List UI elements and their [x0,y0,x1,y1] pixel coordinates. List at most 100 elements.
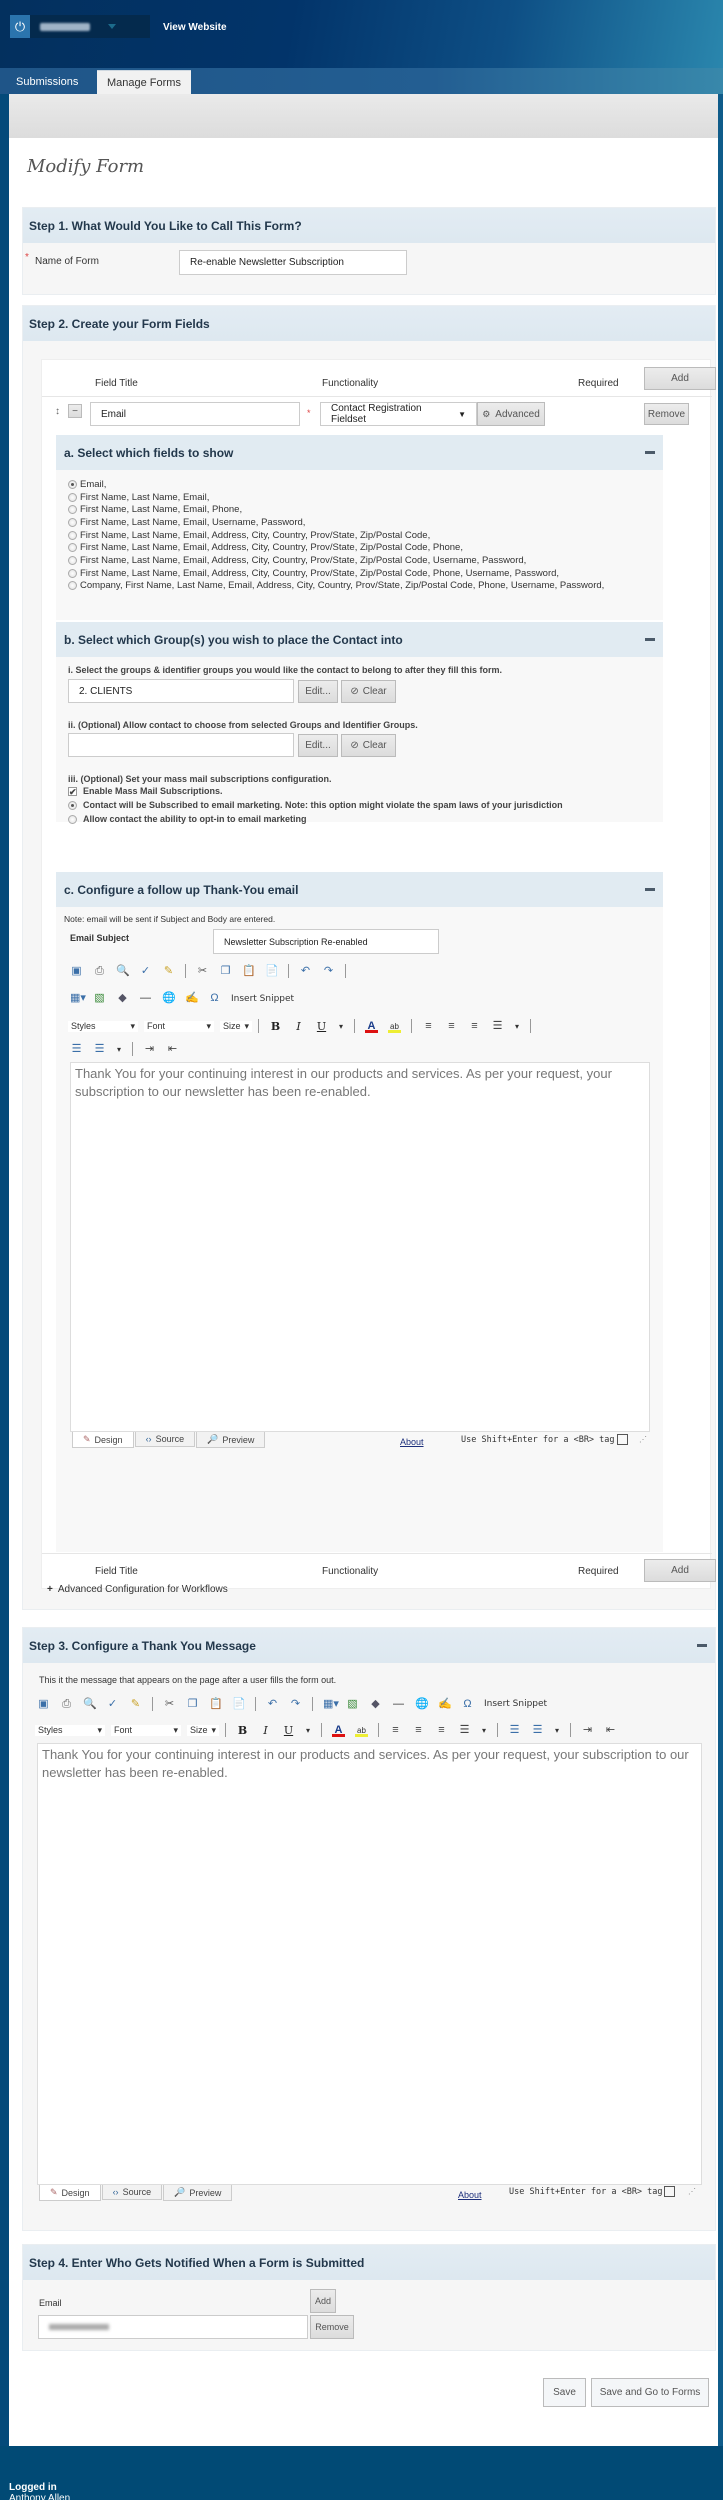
font-color-icon[interactable]: A [332,1724,345,1737]
toggle-borders-icon[interactable] [664,2186,675,2197]
link-icon[interactable]: 🌐 [162,992,176,1005]
align-center-icon[interactable]: ≡ [445,1020,458,1033]
more-list-icon[interactable]: ▾ [554,1724,560,1737]
source-mode-tab[interactable]: ‹› Source [101,2185,163,2200]
fullscreen-icon[interactable]: ▣ [70,965,83,978]
paste-icon[interactable]: 📋 [242,965,256,978]
align-right-icon[interactable]: ≡ [435,1724,448,1737]
remove-email-button[interactable]: Remove [310,2315,354,2339]
indent-icon[interactable]: ⇥ [143,1043,156,1056]
about-link[interactable]: About [400,1437,424,1447]
redo-icon[interactable]: ↷ [322,965,335,978]
bold-icon[interactable]: B [269,1020,282,1033]
paste-word-icon[interactable]: 📄 [265,965,279,978]
align-left-icon[interactable]: ≡ [389,1724,402,1737]
field-set-option[interactable]: Email, [68,478,604,491]
field-set-option[interactable]: First Name, Last Name, Email, Username, … [68,516,604,529]
preview-mode-tab[interactable]: 🔎 Preview [163,2185,233,2201]
table-icon[interactable]: ▦▾ [323,1698,339,1711]
field-set-radio[interactable] [68,555,77,565]
edit-groups-button[interactable]: Edit... [298,680,338,703]
tab-submissions[interactable]: Submissions [6,70,88,94]
view-website-link[interactable]: View Website [163,22,227,33]
horizontal-rule-icon[interactable]: — [392,1698,405,1711]
collapse-icon[interactable] [645,451,655,454]
thank-you-message-editor[interactable]: Thank You for your continuing interest i… [37,1743,702,2185]
spellcheck-icon[interactable]: ✓ [139,965,152,978]
field-set-option[interactable]: First Name, Last Name, Email, Address, C… [68,554,604,567]
more-align-icon[interactable]: ▾ [514,1020,520,1033]
redo-icon[interactable]: ↷ [289,1698,302,1711]
notify-email-input[interactable] [38,2315,308,2339]
save-and-go-button[interactable]: Save and Go to Forms [591,2378,709,2407]
styles-dropdown[interactable]: Styles ▾ [35,1724,105,1736]
collapse-icon[interactable] [645,638,655,641]
advanced-workflows-toggle[interactable]: + Advanced Configuration for Workflows [47,1584,228,1595]
design-mode-tab[interactable]: ✎ Design [72,1432,134,1448]
clear-groups-button[interactable]: ⊘ Clear [341,680,396,703]
groups-input[interactable]: 2. CLIENTS [68,679,294,703]
fullscreen-icon[interactable]: ▣ [37,1698,50,1711]
unlink-icon[interactable]: ✍ [438,1698,452,1711]
enable-mass-mail-row[interactable]: ✔ Enable Mass Mail Subscriptions. [68,786,223,796]
link-icon[interactable]: 🌐 [415,1698,429,1711]
field-set-radio[interactable] [68,530,77,540]
field-set-radio[interactable] [68,517,77,527]
source-mode-tab[interactable]: ‹› Source [134,1432,196,1447]
toggle-borders-icon[interactable] [617,1434,628,1445]
power-icon[interactable]: ⏻ [10,15,30,38]
copy-icon[interactable]: ❐ [186,1698,199,1711]
collapse-field-button[interactable]: − [68,404,82,418]
outdent-icon[interactable]: ⇤ [604,1724,617,1737]
size-dropdown[interactable]: Size ▾ [187,1724,219,1736]
font-dropdown[interactable]: Font ▾ [144,1020,214,1032]
optin-radio[interactable] [68,814,77,824]
user-menu[interactable]: ⏻ [10,15,150,38]
optional-groups-input[interactable] [68,733,294,757]
ordered-list-icon[interactable]: ☰ [508,1724,521,1737]
logged-in-user-link[interactable]: Anthony Allen [9,2493,70,2504]
chevron-down-icon[interactable] [108,24,116,29]
image-icon[interactable]: ▧ [346,1698,359,1711]
italic-icon[interactable]: I [259,1724,272,1737]
unlink-icon[interactable]: ✍ [185,992,199,1005]
field-set-option[interactable]: First Name, Last Name, Email, Address, C… [68,541,604,554]
add-field-button-bottom[interactable]: Add [644,1559,716,1582]
undo-icon[interactable]: ↶ [266,1698,279,1711]
align-left-icon[interactable]: ≡ [422,1020,435,1033]
image-icon[interactable]: ▧ [93,992,106,1005]
subscribed-option[interactable]: Contact will be Subscribed to email mark… [68,800,563,810]
find-icon[interactable]: 🔍 [83,1698,97,1711]
more-list-icon[interactable]: ▾ [116,1043,122,1056]
align-center-icon[interactable]: ≡ [412,1724,425,1737]
underline-icon[interactable]: U [282,1724,295,1737]
undo-icon[interactable]: ↶ [299,965,312,978]
special-char-icon[interactable]: Ω [208,992,221,1005]
format-stripper-icon[interactable]: ✎ [129,1698,142,1711]
table-icon[interactable]: ▦▾ [70,992,86,1005]
cut-icon[interactable]: ✂ [163,1698,176,1711]
more-format-icon[interactable]: ▾ [338,1020,344,1033]
bold-icon[interactable]: B [236,1724,249,1737]
email-body-editor[interactable]: Thank You for your continuing interest i… [70,1062,650,1432]
edit-optional-groups-button[interactable]: Edit... [298,734,338,757]
field-set-option[interactable]: First Name, Last Name, Email, Address, C… [68,529,604,542]
field-set-radio[interactable] [68,505,77,515]
more-format-icon[interactable]: ▾ [305,1724,311,1737]
add-email-button[interactable]: Add [310,2289,336,2313]
special-char-icon[interactable]: Ω [461,1698,474,1711]
highlight-icon[interactable]: ab [355,1724,368,1737]
format-stripper-icon[interactable]: ✎ [162,965,175,978]
print-icon[interactable]: ⎙ [60,1698,73,1711]
about-link[interactable]: About [458,2190,482,2200]
insert-snippet-button[interactable]: Insert Snippet [484,1699,547,1709]
find-icon[interactable]: 🔍 [116,965,130,978]
advanced-button[interactable]: ⚙ Advanced [477,402,545,426]
field-set-radio[interactable] [68,479,77,489]
subscribed-radio[interactable] [68,800,77,810]
underline-icon[interactable]: U [315,1020,328,1033]
anchor-icon[interactable]: ◆ [116,992,129,1005]
more-align-icon[interactable]: ▾ [481,1724,487,1737]
field-set-radio[interactable] [68,581,77,591]
outdent-icon[interactable]: ⇤ [166,1043,179,1056]
